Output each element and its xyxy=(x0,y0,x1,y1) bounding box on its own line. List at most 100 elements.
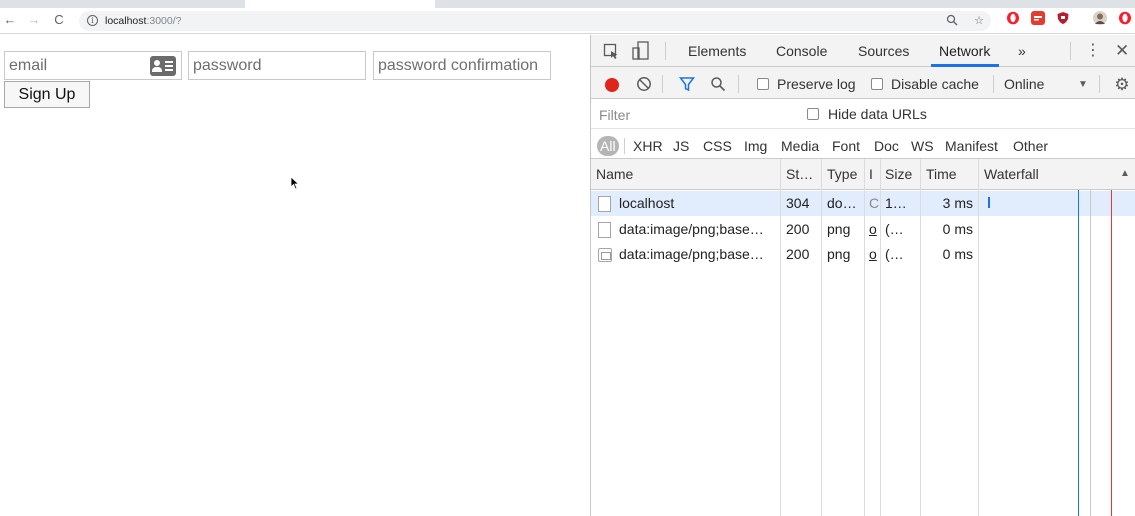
tab-console[interactable]: Console xyxy=(776,43,827,59)
column-initiator[interactable]: I xyxy=(869,166,879,182)
column-divider[interactable] xyxy=(864,159,865,516)
gear-icon[interactable]: ⚙ xyxy=(1113,76,1131,94)
filter-icon[interactable] xyxy=(678,76,696,94)
type-media[interactable]: Media xyxy=(781,136,819,156)
device-toolbar-icon[interactable] xyxy=(632,41,650,61)
column-time[interactable]: Time xyxy=(926,166,976,182)
load-event-line xyxy=(1111,190,1112,516)
tab-network[interactable]: Network xyxy=(939,43,990,59)
sign-up-button[interactable]: Sign Up xyxy=(4,81,90,108)
chevron-down-icon[interactable]: ▼ xyxy=(1077,78,1089,92)
devtools-panel: Elements Console Sources Network » ⋮ ✕ P… xyxy=(590,35,1135,516)
row-type: do… xyxy=(827,195,857,211)
row-time: 3 ms xyxy=(942,195,973,211)
document-icon xyxy=(598,196,611,212)
email-field[interactable]: email xyxy=(4,51,182,80)
table-row[interactable]: data:image/png;base… 200 png o (… 0 ms xyxy=(591,242,1135,267)
row-time: 0 ms xyxy=(942,221,973,237)
row-size: 1… xyxy=(885,195,907,211)
forward-icon[interactable]: → xyxy=(26,12,42,28)
type-font[interactable]: Font xyxy=(832,136,860,156)
document-icon xyxy=(598,222,611,238)
column-waterfall[interactable]: Waterfall xyxy=(984,166,1104,182)
column-name[interactable]: Name xyxy=(596,166,776,182)
devtools-tab-bar: Elements Console Sources Network » ⋮ ✕ xyxy=(591,35,1135,67)
table-row[interactable]: localhost 304 do… C 1… 3 ms xyxy=(591,191,1135,216)
web-page: email password password confirmation Sig… xyxy=(0,35,590,516)
password-field[interactable]: password xyxy=(188,51,366,80)
column-divider[interactable] xyxy=(821,159,822,516)
network-toolbar xyxy=(591,67,1135,99)
more-tabs-button[interactable]: » xyxy=(1018,43,1026,59)
column-divider[interactable] xyxy=(780,159,781,516)
filter-input[interactable]: Filter xyxy=(599,107,630,123)
type-xhr[interactable]: XHR xyxy=(633,136,663,156)
row-status: 200 xyxy=(786,221,810,237)
waterfall-timing-bar[interactable] xyxy=(988,197,990,208)
row-name: data:image/png;base… xyxy=(619,221,764,237)
password-confirmation-field[interactable]: password confirmation xyxy=(373,51,551,80)
column-divider[interactable] xyxy=(978,159,979,516)
clear-icon[interactable] xyxy=(635,76,653,94)
tab-sources[interactable]: Sources xyxy=(858,43,909,59)
record-button[interactable] xyxy=(605,78,619,92)
browser-toolbar: ← → C i localhost:3000/? ☆ xyxy=(0,8,1135,34)
disable-cache-checkbox[interactable] xyxy=(871,78,883,90)
bookmark-star-icon[interactable]: ☆ xyxy=(972,14,986,28)
row-name: localhost xyxy=(619,195,675,211)
opera-extension-icon[interactable] xyxy=(1006,11,1020,25)
zoom-icon[interactable] xyxy=(945,14,959,28)
row-name: data:image/png;base… xyxy=(619,246,764,262)
column-status[interactable]: St… xyxy=(786,166,820,182)
preserve-log-label[interactable]: Preserve log xyxy=(777,76,856,92)
back-icon[interactable]: ← xyxy=(2,12,18,28)
tab-strip xyxy=(0,0,1135,8)
waterfall-divider-line xyxy=(1090,190,1091,516)
red-extension-icon[interactable] xyxy=(1031,11,1045,25)
url-host: localhost xyxy=(105,15,147,27)
tab-elements[interactable]: Elements xyxy=(688,43,746,59)
column-type[interactable]: Type xyxy=(827,166,861,182)
type-all[interactable]: All xyxy=(597,136,619,156)
contact-card-icon[interactable] xyxy=(150,56,176,76)
profile-avatar[interactable] xyxy=(1093,11,1107,25)
inspect-element-icon[interactable] xyxy=(603,43,619,59)
opera-menu-icon[interactable] xyxy=(1118,11,1132,25)
column-size[interactable]: Size xyxy=(885,166,921,182)
row-status: 304 xyxy=(786,195,810,211)
type-css[interactable]: CSS xyxy=(703,136,732,156)
shield-extension-icon[interactable] xyxy=(1056,11,1070,25)
table-row[interactable]: data:image/png;base… 200 png o (… 0 ms xyxy=(591,217,1135,242)
disable-cache-label[interactable]: Disable cache xyxy=(891,76,979,92)
hide-data-urls-checkbox[interactable] xyxy=(807,108,819,120)
active-browser-tab[interactable] xyxy=(245,0,435,8)
address-bar[interactable]: i localhost:3000/? ☆ xyxy=(79,11,991,31)
row-time: 0 ms xyxy=(942,246,973,262)
search-icon[interactable] xyxy=(709,76,727,94)
row-type: png xyxy=(827,221,851,237)
type-manifest[interactable]: Manifest xyxy=(945,136,998,156)
reload-icon[interactable]: C xyxy=(51,12,67,28)
close-icon[interactable]: ✕ xyxy=(1115,42,1129,60)
hide-data-urls-label[interactable]: Hide data URLs xyxy=(828,106,927,122)
password-confirmation-placeholder: password confirmation xyxy=(378,57,539,74)
info-icon[interactable]: i xyxy=(87,15,98,26)
column-divider[interactable] xyxy=(880,159,881,516)
type-img[interactable]: Img xyxy=(744,136,767,156)
type-other[interactable]: Other xyxy=(1013,136,1048,156)
row-type: png xyxy=(827,246,851,262)
filter-bar: Filter Hide data URLs xyxy=(591,99,1135,129)
kebab-menu-icon[interactable]: ⋮ xyxy=(1085,42,1101,60)
type-js[interactable]: JS xyxy=(673,136,689,156)
image-file-icon xyxy=(598,248,612,262)
preserve-log-checkbox[interactable] xyxy=(757,78,769,90)
throttling-select[interactable]: Online xyxy=(1004,76,1044,92)
column-divider[interactable] xyxy=(920,159,921,516)
mouse-cursor-icon xyxy=(290,176,300,190)
sort-ascending-icon[interactable]: ▲ xyxy=(1119,168,1131,180)
type-doc[interactable]: Doc xyxy=(874,136,899,156)
resource-type-filters: All XHR JS CSS Img Media Font Doc WS Man… xyxy=(591,129,1135,159)
type-ws[interactable]: WS xyxy=(911,136,934,156)
address-url[interactable]: localhost:3000/? xyxy=(105,14,182,28)
password-placeholder: password xyxy=(193,57,262,74)
